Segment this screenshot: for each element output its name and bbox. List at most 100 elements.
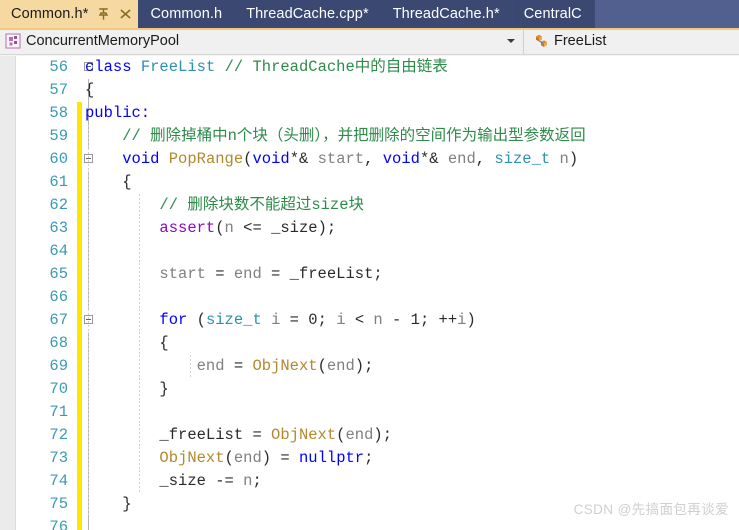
code-line[interactable]: 61 { [0, 171, 739, 194]
line-number: 57 [49, 81, 68, 99]
line-number: 74 [49, 472, 68, 490]
class-icon [533, 33, 549, 49]
change-indicator-bar [77, 263, 82, 286]
indent-guide [139, 286, 140, 309]
scope-label: ConcurrentMemoryPool [26, 33, 180, 49]
change-indicator-bar [77, 309, 82, 332]
line-number: 76 [49, 518, 68, 530]
line-number: 60 [49, 150, 68, 168]
line-number: 72 [49, 426, 68, 444]
change-indicator-bar [77, 493, 82, 516]
change-indicator-bar [77, 102, 82, 125]
line-number: 73 [49, 449, 68, 467]
member-label: FreeList [554, 33, 607, 49]
code-line[interactable]: 72 _freeList = ObjNext(end); [0, 424, 739, 447]
editor-tab-4[interactable]: ThreadCache.h* [381, 0, 513, 28]
code-text: class FreeList // ThreadCache中的自由链表 [85, 58, 448, 76]
line-number: 68 [49, 334, 68, 352]
code-text: for (size_t i = 0; i < n - 1; ++i) [159, 311, 476, 329]
code-line[interactable]: 69 end = ObjNext(end); [0, 355, 739, 378]
code-line[interactable]: 63 assert(n <= _size); [0, 217, 739, 240]
indent-guide [88, 401, 89, 424]
code-text: start = end = _freeList; [159, 265, 383, 283]
active-tab-accent-line [0, 28, 739, 30]
indent-guide [88, 240, 89, 263]
editor-tab-2[interactable]: Common.h [139, 0, 236, 28]
code-text: // 删除掉桶中n个块（头删），并把删除的空间作为输出型参数返回 [122, 127, 586, 145]
code-line[interactable]: 76 [0, 516, 739, 530]
code-line[interactable]: 71 [0, 401, 739, 424]
editor-tab-5[interactable]: CentralC [512, 0, 595, 28]
code-line[interactable]: 59 // 删除掉桶中n个块（头删），并把删除的空间作为输出型参数返回 [0, 125, 739, 148]
tab-strip-empty-area [594, 0, 739, 28]
code-line[interactable]: 68 { [0, 332, 739, 355]
pin-icon[interactable] [97, 7, 110, 21]
editor-tab-strip: Common.h* Common.h ThreadCache.cpp* ThreadC… [0, 0, 739, 28]
csdn-watermark: CSDN @先搞面包再谈爱 [573, 502, 729, 517]
code-line[interactable]: 62 // 删除块数不能超过size块 [0, 194, 739, 217]
code-editor[interactable]: 56 class FreeList // ThreadCache中的自由链表 57 {… [0, 56, 739, 530]
code-text: ObjNext(end) = nullptr; [159, 449, 374, 467]
code-text: public: [85, 104, 151, 122]
code-line[interactable]: 74 _size -= n; [0, 470, 739, 493]
editor-tab-label: Common.h [150, 6, 223, 22]
code-text: // 删除块数不能超过size块 [159, 196, 365, 214]
code-line[interactable]: 60 void PopRange(void*& start, void*& en… [0, 148, 739, 171]
change-indicator-bar [77, 194, 82, 217]
editor-tab-3[interactable]: ThreadCache.cpp* [235, 0, 382, 28]
change-indicator-bar [77, 332, 82, 355]
chevron-down-icon[interactable] [507, 39, 515, 43]
editor-tab-label: ThreadCache.h* [392, 6, 500, 22]
indent-guide [139, 401, 140, 424]
line-number: 71 [49, 403, 68, 421]
line-number: 69 [49, 357, 68, 375]
scope-dropdown[interactable]: ConcurrentMemoryPool [0, 28, 524, 54]
change-indicator-bar [77, 240, 82, 263]
change-indicator-bar [77, 447, 82, 470]
code-line[interactable]: 67 for (size_t i = 0; i < n - 1; ++i) [0, 309, 739, 332]
change-indicator-bar [77, 125, 82, 148]
code-line[interactable]: 56 class FreeList // ThreadCache中的自由链表 [0, 56, 739, 79]
indent-guide [139, 240, 140, 263]
code-text: void PopRange(void*& start, void*& end, … [122, 150, 579, 168]
line-number: 61 [49, 173, 68, 191]
line-number: 62 [49, 196, 68, 214]
editor-tab-1[interactable]: Common.h* [0, 0, 140, 28]
line-number: 56 [49, 58, 68, 76]
code-line[interactable]: 64 [0, 240, 739, 263]
code-text: } [85, 380, 169, 398]
line-number: 70 [49, 380, 68, 398]
change-indicator-bar [77, 148, 82, 171]
code-line[interactable]: 66 [0, 286, 739, 309]
code-surface[interactable]: 56 class FreeList // ThreadCache中的自由链表 57 {… [0, 56, 739, 530]
code-line[interactable]: 70 } [0, 378, 739, 401]
code-line[interactable]: 57 { [0, 79, 739, 102]
change-indicator-bar [77, 286, 82, 309]
change-indicator-bar [77, 355, 82, 378]
editor-tab-label: CentralC [523, 6, 582, 22]
indent-guide [88, 286, 89, 309]
change-indicator-bar [77, 171, 82, 194]
change-indicator-bar [77, 401, 82, 424]
change-indicator-bar [77, 516, 82, 530]
code-line[interactable]: 73 ObjNext(end) = nullptr; [0, 447, 739, 470]
code-text: { [85, 334, 169, 352]
code-text: end = ObjNext(end); [196, 357, 374, 375]
code-text: } [85, 495, 132, 513]
change-indicator-bar [77, 56, 82, 79]
visual-studio-editor-window: Common.h* Common.h ThreadCache.cpp* ThreadC… [0, 0, 739, 530]
line-number: 66 [49, 288, 68, 306]
change-indicator-bar [77, 424, 82, 447]
code-text: { [85, 81, 95, 99]
code-text: { [85, 173, 132, 191]
member-dropdown[interactable]: FreeList [524, 28, 739, 54]
editor-tab-label: Common.h* [11, 6, 89, 22]
close-icon[interactable] [119, 7, 132, 21]
navigation-bar: ConcurrentMemoryPool FreeList [0, 28, 739, 55]
line-number: 67 [49, 311, 68, 329]
change-indicator-bar [77, 470, 82, 493]
code-text: _freeList = ObjNext(end); [159, 426, 392, 444]
code-line[interactable]: 58 public: [0, 102, 739, 125]
outlining-guide [88, 516, 89, 530]
code-line[interactable]: 65 start = end = _freeList; [0, 263, 739, 286]
